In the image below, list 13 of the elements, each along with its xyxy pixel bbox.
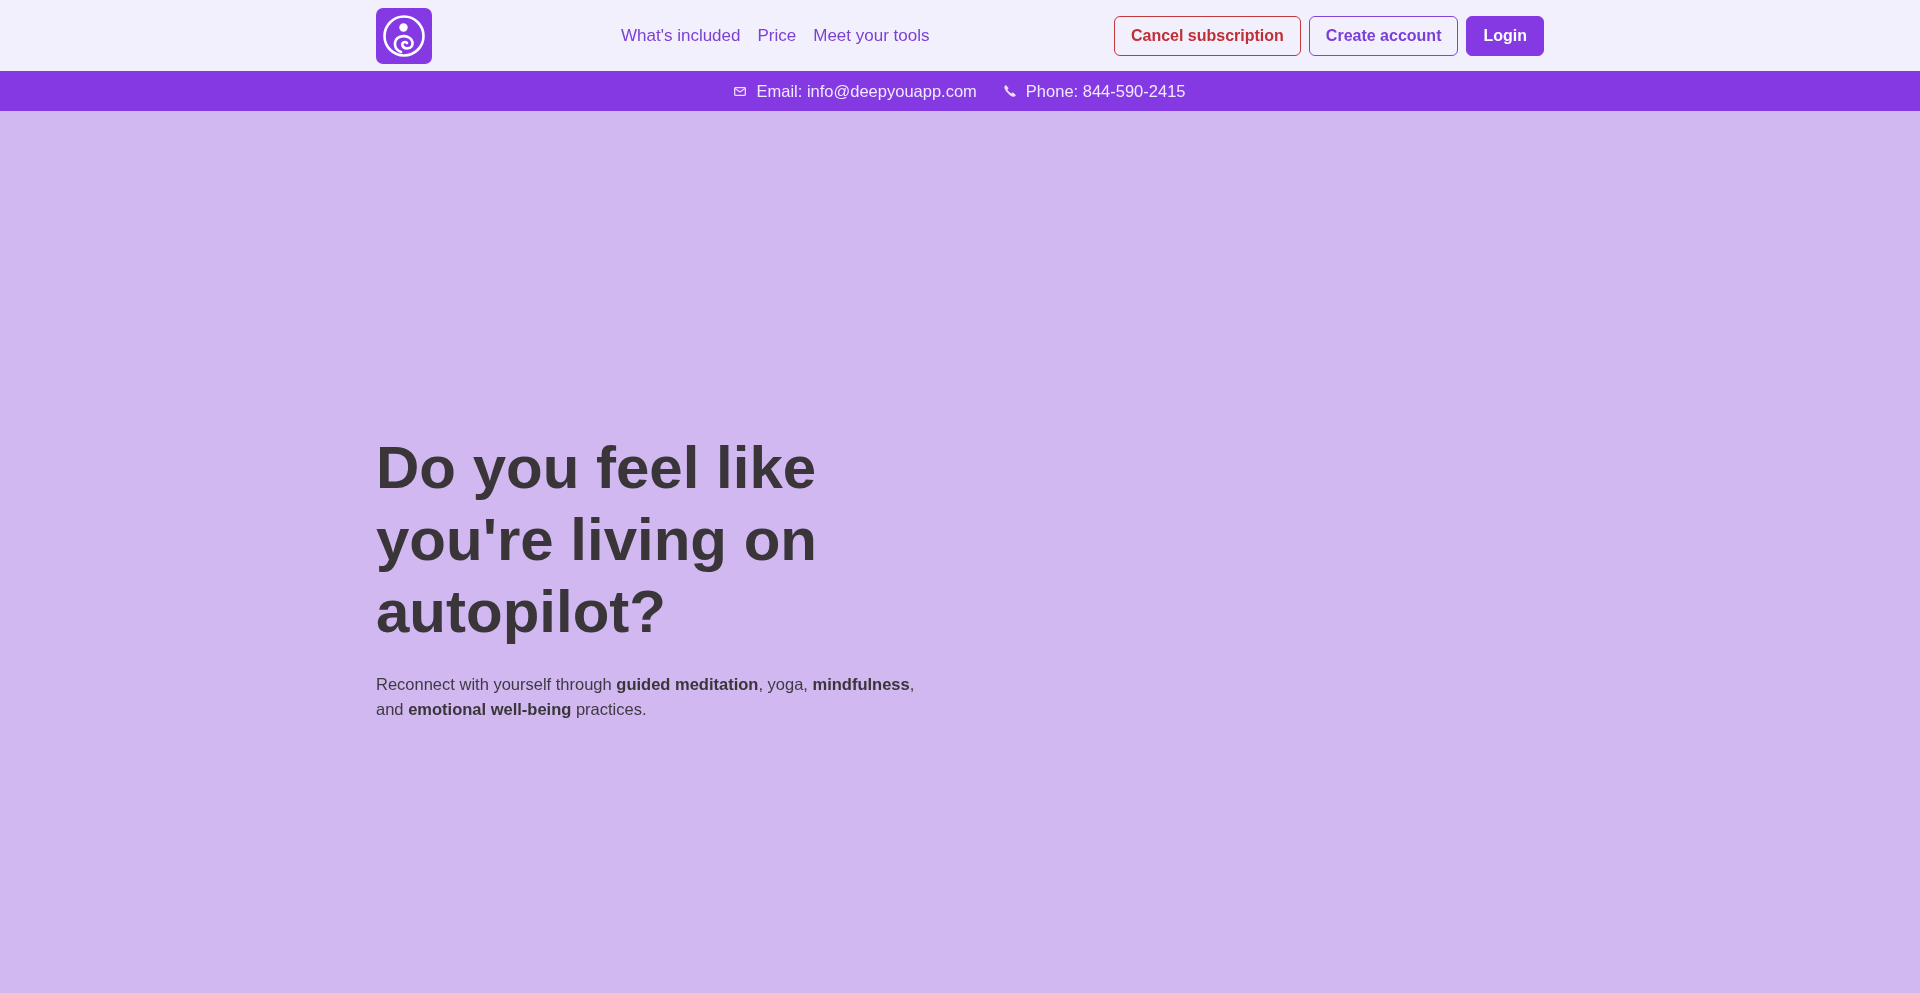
- email-text: Email: info@deepyouapp.com: [756, 81, 977, 101]
- cancel-subscription-button[interactable]: Cancel subscription: [1113, 15, 1301, 56]
- hero-title: Do you feel like you're living on autopilot?: [376, 433, 818, 647]
- mail-icon: [734, 86, 747, 96]
- phone-text: Phone: 844-590-2415: [1025, 81, 1186, 101]
- nav-link[interactable]: What's included: [621, 26, 741, 46]
- phone-icon: [1003, 85, 1016, 97]
- nav-link[interactable]: Price: [757, 26, 797, 46]
- login-button[interactable]: Login: [1466, 15, 1544, 56]
- logo-icon[interactable]: [376, 7, 432, 64]
- create-account-button[interactable]: Create account: [1308, 15, 1459, 56]
- hero-subtitle: Reconnect with yourself through guided meditation, yoga, mindfulness, and emotional well-being practices.: [376, 674, 916, 720]
- nav-link[interactable]: Meet your tools: [813, 26, 930, 46]
